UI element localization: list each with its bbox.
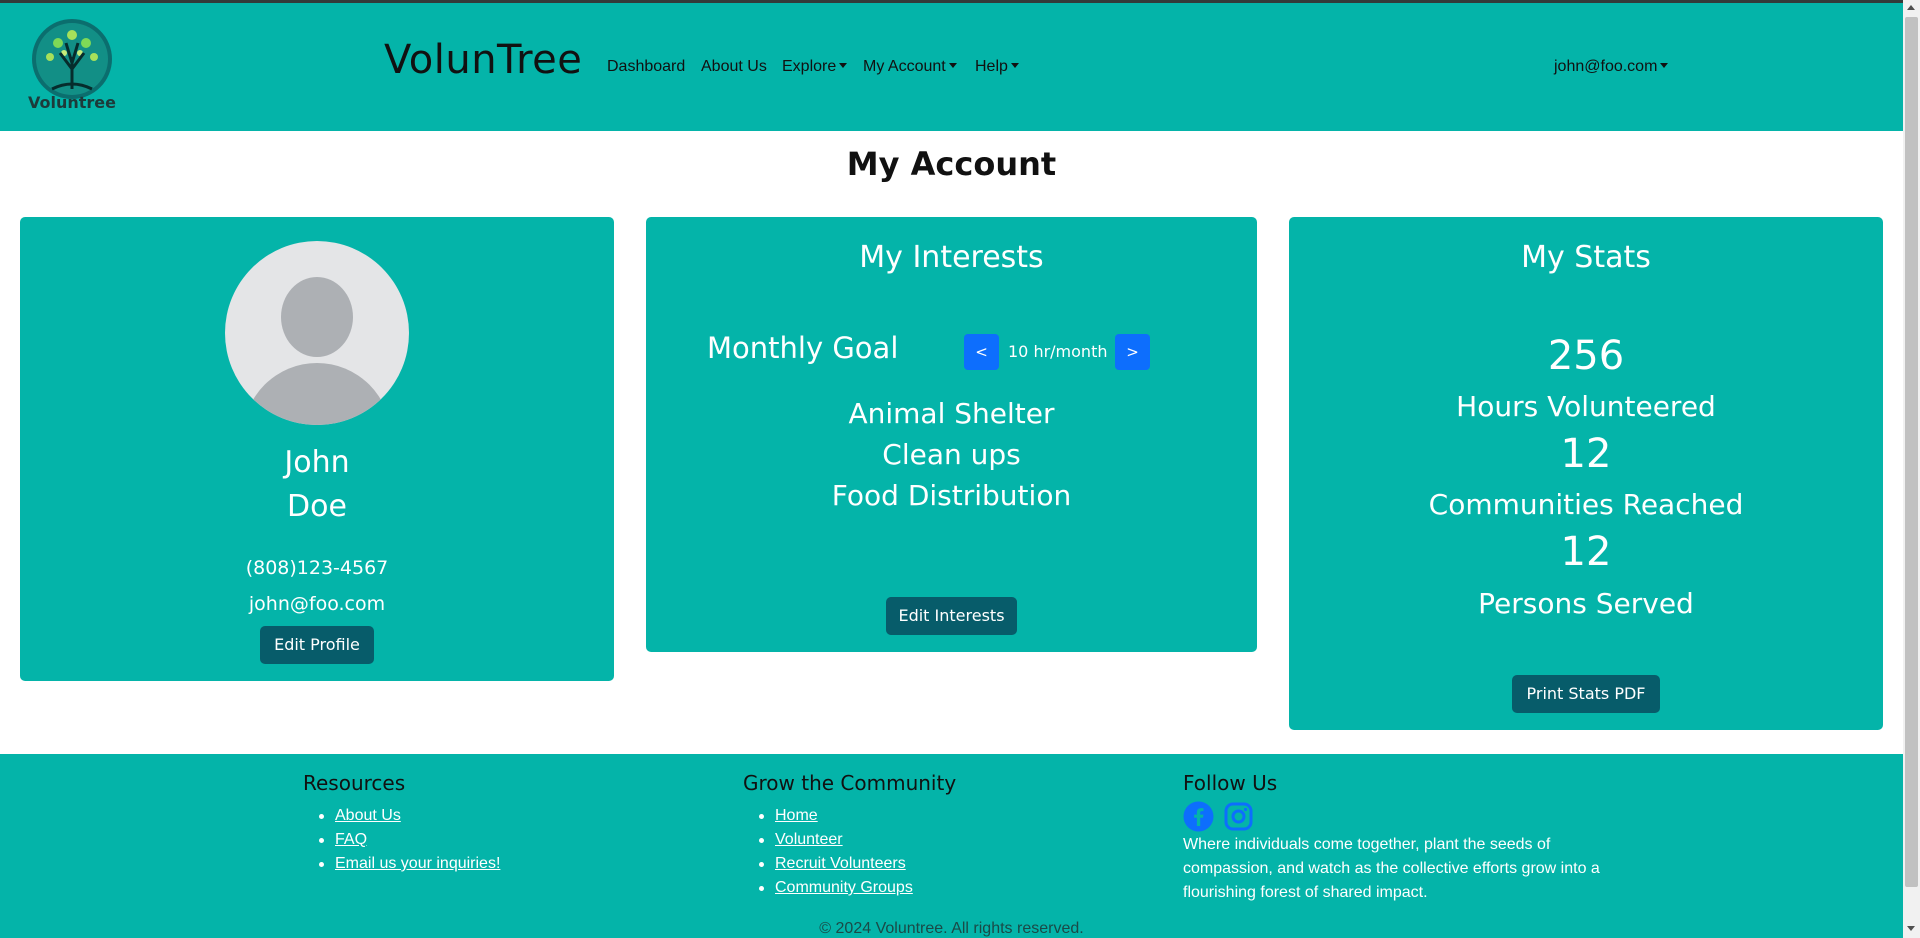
- footer-community-list: Home Volunteer Recruit Volunteers Commun…: [743, 804, 913, 900]
- monthly-goal-value: 10 hr/month: [1008, 342, 1108, 361]
- goal-decrease-button[interactable]: <: [964, 334, 999, 370]
- list-item: Home: [743, 804, 913, 828]
- monthly-goal-label: Monthly Goal: [707, 331, 899, 365]
- nav-explore-dropdown[interactable]: Explore: [782, 58, 848, 76]
- communities-reached-value: 12: [1560, 431, 1612, 477]
- interest-item: Clean ups: [882, 438, 1021, 471]
- footer-resources-heading: Resources: [303, 771, 406, 795]
- interests-card: My Interests Monthly Goal < 10 hr/month …: [646, 217, 1257, 652]
- list-item: Recruit Volunteers: [743, 852, 913, 876]
- instagram-icon[interactable]: [1223, 801, 1254, 832]
- stats-card: My Stats 256 Hours Volunteered 12 Commun…: [1289, 217, 1883, 730]
- list-item: Volunteer: [743, 828, 913, 852]
- footer-follow-heading: Follow Us: [1183, 771, 1278, 795]
- nav-dashboard[interactable]: Dashboard: [607, 58, 685, 76]
- profile-last-name: Doe: [287, 489, 347, 524]
- caret-down-icon: [948, 63, 957, 68]
- footer-link-volunteer[interactable]: Volunteer: [775, 831, 843, 848]
- nav-help-label: Help: [975, 58, 1008, 75]
- caret-down-icon: [839, 63, 848, 68]
- nav-explore-label: Explore: [782, 58, 837, 75]
- page-title: My Account: [846, 145, 1057, 183]
- scrollbar-thumb[interactable]: [1905, 17, 1918, 887]
- avatar-head-shape: [281, 277, 353, 357]
- interest-item: Animal Shelter: [848, 397, 1055, 430]
- persons-served-label: Persons Served: [1478, 587, 1694, 620]
- user-menu-dropdown[interactable]: john@foo.com: [1554, 58, 1669, 76]
- nav-dashboard-label: Dashboard: [607, 58, 686, 75]
- edit-profile-button[interactable]: Edit Profile: [260, 626, 374, 664]
- communities-reached-label: Communities Reached: [1428, 488, 1744, 521]
- nav-about-us-label: About Us: [701, 58, 767, 75]
- caret-down-icon: [1010, 63, 1019, 68]
- footer-link-email[interactable]: Email us your inquiries!: [335, 855, 500, 872]
- edit-interests-button[interactable]: Edit Interests: [886, 597, 1017, 635]
- footer: Resources About Us FAQ Email us your inq…: [0, 754, 1903, 938]
- profile-card: John Doe (808)123-4567 john@foo.com Edit…: [20, 217, 614, 681]
- footer-link-community-groups[interactable]: Community Groups: [775, 879, 913, 896]
- nav-my-account-label: My Account: [863, 58, 946, 75]
- voluntree-logo[interactable]: Voluntree: [22, 17, 124, 113]
- profile-first-name: John: [284, 445, 350, 480]
- footer-link-home[interactable]: Home: [775, 807, 818, 824]
- user-email: john@foo.com: [1554, 58, 1658, 75]
- brand-title[interactable]: VolunTree: [384, 37, 582, 83]
- footer-link-recruit-volunteers[interactable]: Recruit Volunteers: [775, 855, 906, 872]
- list-item: FAQ: [303, 828, 500, 852]
- goal-increase-button[interactable]: >: [1115, 334, 1150, 370]
- stats-title: My Stats: [1521, 240, 1651, 275]
- nav-about-us[interactable]: About Us: [701, 58, 767, 76]
- footer-tagline: Where individuals come together, plant t…: [1183, 836, 1600, 901]
- profile-email: john@foo.com: [248, 593, 386, 615]
- caret-down-icon: [1660, 63, 1669, 68]
- footer-resources-list: About Us FAQ Email us your inquiries!: [303, 804, 500, 876]
- avatar-body-shape: [243, 363, 391, 425]
- nav-my-account-dropdown[interactable]: My Account: [863, 58, 957, 76]
- footer-community-heading: Grow the Community: [743, 771, 957, 795]
- persons-served-value: 12: [1560, 529, 1612, 575]
- avatar: [225, 241, 409, 425]
- scroll-down-arrow-icon[interactable]: [1907, 926, 1915, 931]
- navbar: Voluntree VolunTree Dashboard About Us E…: [0, 3, 1903, 131]
- list-item: About Us: [303, 804, 500, 828]
- nav-help-dropdown[interactable]: Help: [975, 58, 1019, 76]
- list-item: Email us your inquiries!: [303, 852, 500, 876]
- footer-link-faq[interactable]: FAQ: [335, 831, 367, 848]
- interests-title: My Interests: [859, 240, 1044, 275]
- scroll-up-arrow-icon[interactable]: [1907, 5, 1915, 10]
- logo-text: Voluntree: [28, 93, 116, 112]
- footer-link-about-us[interactable]: About Us: [335, 807, 401, 824]
- hours-volunteered-value: 256: [1547, 333, 1625, 379]
- profile-phone: (808)123-4567: [245, 557, 389, 579]
- interest-item: Food Distribution: [831, 479, 1072, 512]
- print-stats-pdf-button[interactable]: Print Stats PDF: [1512, 675, 1660, 713]
- facebook-icon[interactable]: [1183, 801, 1214, 832]
- hours-volunteered-label: Hours Volunteered: [1456, 390, 1716, 423]
- list-item: Community Groups: [743, 876, 913, 900]
- vertical-scrollbar[interactable]: [1903, 0, 1920, 938]
- copyright-text: © 2024 Voluntree. All rights reserved.: [819, 920, 1084, 937]
